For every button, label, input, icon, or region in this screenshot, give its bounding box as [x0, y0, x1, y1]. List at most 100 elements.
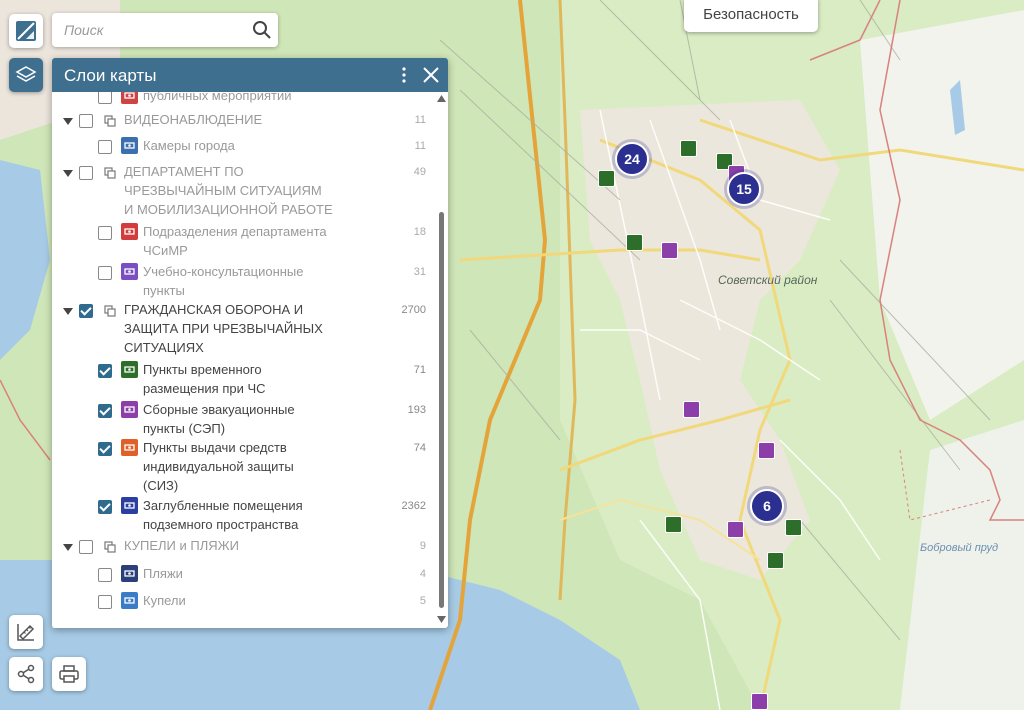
search-box[interactable] [52, 13, 278, 47]
gas-mask-icon [121, 439, 138, 456]
layer-row[interactable]: Подразделения департамента ЧСиМР 18 [52, 222, 434, 266]
layers-icon [15, 66, 37, 82]
layer-count: 4 [419, 568, 426, 580]
layer-group-checkbox[interactable] [79, 166, 93, 180]
share-icon [17, 664, 35, 684]
label-line: индивидуальной защиты [143, 459, 294, 474]
layer-row[interactable]: Камеры города 11 [52, 136, 434, 161]
label-line: публичных мероприятий [143, 92, 292, 103]
cluster-marker[interactable]: 24 [615, 142, 649, 176]
layers-scrollbar[interactable] [435, 92, 448, 628]
megaphone-icon [121, 223, 138, 240]
layer-count: 74 [413, 442, 426, 454]
layer-group-label: ГРАЖДАНСКАЯ ОБОРОНА И ЗАЩИТА ПРИ ЧРЕЗВЫЧА… [124, 300, 364, 357]
shelter-marker[interactable] [767, 552, 784, 569]
pond-label: Бобровый пруд [920, 542, 999, 554]
layer-label: публичных мероприятий [143, 92, 363, 105]
evacuation-marker[interactable] [758, 442, 775, 459]
label-line: И МОБИЛИЗАЦИОННОЙ РАБОТЕ [124, 202, 333, 217]
layer-checkbox[interactable] [98, 595, 112, 609]
close-icon[interactable] [420, 64, 442, 86]
shelter-marker[interactable] [785, 519, 802, 536]
print-button[interactable] [52, 657, 86, 691]
layer-row[interactable]: Пункты выдачи средств индивидуальной защи… [52, 438, 434, 501]
layer-group-icon [104, 305, 116, 317]
layer-count: 31 [413, 266, 426, 278]
layer-checkbox[interactable] [98, 442, 112, 456]
ruler-icon [17, 624, 35, 641]
evacuation-marker[interactable] [683, 401, 700, 418]
layer-group-label: КУПЕЛИ и ПЛЯЖИ [124, 536, 364, 555]
layer-group-checkbox[interactable] [79, 304, 93, 318]
label-line: Пункты временного [143, 362, 262, 377]
shelter-marker[interactable] [680, 140, 697, 157]
layer-checkbox[interactable] [98, 364, 112, 378]
layer-checkbox[interactable] [98, 568, 112, 582]
label-line: ДЕПАРТАМЕНТ ПО [124, 164, 244, 179]
layer-checkbox[interactable] [98, 404, 112, 418]
layer-count: 2362 [401, 500, 426, 512]
layer-group-row[interactable]: ВИДЕОНАБЛЮДЕНИЕ 11 [52, 110, 434, 135]
layer-group-checkbox[interactable] [79, 540, 93, 554]
kebab-menu-icon[interactable] [398, 64, 410, 86]
label-line: СИТУАЦИЯХ [124, 340, 204, 355]
layer-row[interactable]: публичных мероприятий [52, 92, 434, 111]
expand-caret-icon[interactable] [63, 544, 73, 551]
layer-group-row[interactable]: ГРАЖДАНСКАЯ ОБОРОНА И ЗАЩИТА ПРИ ЧРЕЗВЫЧА… [52, 300, 434, 363]
label-line: пункты [143, 283, 185, 298]
layer-count: 18 [413, 226, 426, 238]
label-line: Камеры города [143, 138, 235, 153]
label-line: Пункты выдачи средств [143, 440, 287, 455]
search-icon[interactable] [252, 20, 272, 40]
layer-checkbox[interactable] [98, 92, 112, 104]
expand-caret-icon[interactable] [63, 118, 73, 125]
evacuation-group-icon [121, 401, 138, 418]
layer-row[interactable]: Заглубленные помещения подземного простра… [52, 496, 434, 540]
layer-label: Пункты выдачи средств индивидуальной защи… [143, 438, 363, 495]
layer-row[interactable]: Пункты временного размещения при ЧС 71 [52, 360, 434, 404]
shelter-marker[interactable] [665, 516, 682, 533]
evacuation-marker[interactable] [751, 693, 768, 710]
expand-caret-icon[interactable] [63, 308, 73, 315]
search-input[interactable] [62, 21, 246, 39]
layer-checkbox[interactable] [98, 226, 112, 240]
label-line: Учебно-консультационные [143, 264, 304, 279]
label-line: ЗАЩИТА ПРИ ЧРЕЗВЫЧАЙНЫХ [124, 321, 323, 336]
measure-button[interactable] [9, 615, 43, 649]
layer-label: Камеры города [143, 136, 363, 155]
district-label: Советский район [718, 273, 818, 287]
legend-toggle-button[interactable] [9, 14, 43, 48]
layer-checkbox[interactable] [98, 500, 112, 514]
label-line: пункты (СЭП) [143, 421, 226, 436]
cluster-marker[interactable]: 6 [750, 489, 784, 523]
cluster-marker[interactable]: 15 [727, 172, 761, 206]
layer-group-checkbox[interactable] [79, 114, 93, 128]
layer-group-row[interactable]: ДЕПАРТАМЕНТ ПО ЧРЕЗВЫЧАЙНЫМ СИТУАЦИЯМ И МО… [52, 162, 434, 225]
layers-list: публичных мероприятий ВИДЕОНАБЛЮДЕНИЕ 11 Ка… [52, 92, 434, 628]
expand-caret-icon[interactable] [63, 170, 73, 177]
layer-group-label: ДЕПАРТАМЕНТ ПО ЧРЕЗВЫЧАЙНЫМ СИТУАЦИЯМ И МО… [124, 162, 364, 219]
label-line: ГРАЖДАНСКАЯ ОБОРОНА И [124, 302, 304, 317]
layers-button[interactable] [9, 58, 43, 92]
layer-group-label: ВИДЕОНАБЛЮДЕНИЕ [124, 110, 364, 129]
layers-panel-header: Слои карты [52, 58, 448, 92]
label-line: размещения при ЧС [143, 381, 266, 396]
event-icon [121, 92, 138, 104]
shelter-marker[interactable] [626, 234, 643, 251]
camera-icon [121, 137, 138, 154]
info-icon [121, 263, 138, 280]
share-button[interactable] [9, 657, 43, 691]
evacuation-marker[interactable] [661, 242, 678, 259]
layer-row[interactable]: Купели 5 [52, 591, 434, 616]
layer-count: 2700 [401, 304, 426, 316]
layer-group-row[interactable]: КУПЕЛИ и ПЛЯЖИ 9 [52, 536, 434, 561]
safety-button[interactable]: Безопасность [684, 0, 818, 32]
layer-checkbox[interactable] [98, 140, 112, 154]
shelter-marker[interactable] [598, 170, 615, 187]
evacuation-marker[interactable] [727, 521, 744, 538]
label-line: подземного пространства [143, 517, 299, 532]
layer-checkbox[interactable] [98, 266, 112, 280]
layer-row[interactable]: Пляжи 4 [52, 564, 434, 589]
layer-label: Сборные эвакуационные пункты (СЭП) [143, 400, 363, 438]
label-line: Сборные эвакуационные [143, 402, 295, 417]
